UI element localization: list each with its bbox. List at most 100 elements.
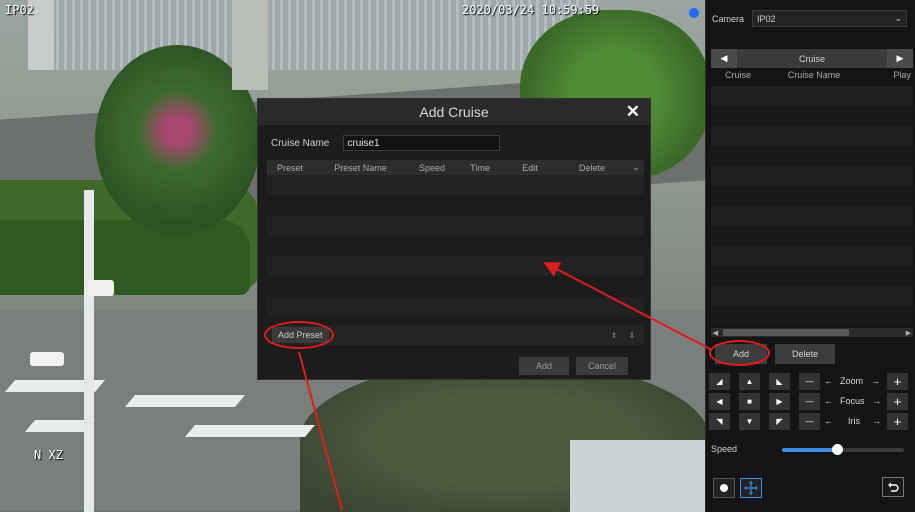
cruise-name-label: Cruise Name xyxy=(271,137,330,149)
column-header-edit: Edit xyxy=(522,162,538,173)
scroll-left-icon[interactable]: ◀ xyxy=(711,328,720,337)
scrollbar-thumb[interactable] xyxy=(723,329,849,336)
table-row[interactable] xyxy=(267,215,644,236)
move-up-icon[interactable]: ⬆ xyxy=(607,328,621,342)
list-item[interactable] xyxy=(711,226,913,246)
iris-label: Iris xyxy=(848,416,860,426)
scene-cctv-camera xyxy=(88,280,114,296)
highlight-add-button xyxy=(709,340,770,366)
cruise-nav: ◀ Cruise ▶ xyxy=(711,49,913,68)
column-header-play: Play xyxy=(893,70,911,80)
record-icon[interactable] xyxy=(713,478,735,498)
scene-cctv-camera xyxy=(30,352,64,366)
pan-down-icon[interactable]: ▼ xyxy=(739,413,760,430)
cruise-list xyxy=(711,86,913,326)
list-item[interactable] xyxy=(711,206,913,226)
dialog-cancel-button[interactable]: Cancel xyxy=(576,357,628,375)
timestamp: 2020/03/24 10:59:59 xyxy=(462,3,600,17)
zoom-label: Zoom xyxy=(840,376,864,386)
pan-up-icon[interactable]: ▲ xyxy=(739,373,760,390)
focus-arrow-left-icon: ← xyxy=(824,396,833,406)
scene-camera-pole xyxy=(84,190,94,512)
focus-far-icon[interactable]: + xyxy=(887,393,908,410)
table-row[interactable] xyxy=(267,276,644,297)
table-row[interactable] xyxy=(267,175,644,196)
list-item[interactable] xyxy=(711,186,913,206)
camera-select[interactable]: IP02 ⌄ xyxy=(752,10,908,27)
column-header-cruise-name: Cruise Name xyxy=(787,70,841,80)
dialog-header: Add Cruise ✕ xyxy=(258,99,650,125)
list-item[interactable] xyxy=(711,246,913,266)
scene-pillar xyxy=(232,0,268,90)
pan-left-icon[interactable]: ◀ xyxy=(709,393,730,410)
close-icon[interactable]: ✕ xyxy=(626,102,640,122)
zoom-arrow-left-icon: ← xyxy=(824,376,833,386)
delete-cruise-button[interactable]: Delete xyxy=(775,344,835,364)
iris-open-icon[interactable]: + xyxy=(887,413,908,430)
speed-label: Speed xyxy=(711,444,738,454)
scene-hedge xyxy=(0,220,250,295)
table-row[interactable] xyxy=(267,296,644,318)
camera-label: Camera xyxy=(712,13,745,24)
chevron-down-icon: ⌄ xyxy=(894,13,903,23)
back-icon[interactable] xyxy=(882,477,904,497)
speed-slider-knob[interactable] xyxy=(831,444,843,455)
list-item[interactable] xyxy=(711,286,913,306)
list-item[interactable] xyxy=(711,266,913,286)
move-down-icon[interactable]: ⬇ xyxy=(625,328,639,342)
cruise-table-header: Cruise Cruise Name Play xyxy=(711,70,913,86)
focus-near-icon[interactable]: — xyxy=(799,393,820,410)
list-item[interactable] xyxy=(711,106,913,126)
list-item[interactable] xyxy=(711,146,913,166)
stop-icon[interactable]: ■ xyxy=(739,393,760,410)
table-row[interactable] xyxy=(267,235,644,257)
speed-slider[interactable] xyxy=(782,444,904,455)
scroll-right-icon[interactable]: ▶ xyxy=(904,328,913,337)
channel-label: IP02 xyxy=(5,3,34,17)
zoom-arrow-right-icon: → xyxy=(871,376,880,386)
table-row[interactable] xyxy=(267,195,644,216)
next-arrow-icon[interactable]: ▶ xyxy=(886,49,913,68)
column-header-time: Time xyxy=(470,162,490,173)
camera-select-value: IP02 xyxy=(757,13,776,24)
list-item[interactable] xyxy=(711,166,913,186)
zoom-out-icon[interactable]: — xyxy=(799,373,820,390)
focus-label: Focus xyxy=(840,396,865,406)
column-header-cruise: Cruise xyxy=(724,70,751,80)
pan-right-icon[interactable]: ▶ xyxy=(769,393,790,410)
speed-slider-fill xyxy=(782,448,837,452)
pan-up-right-icon[interactable]: ◣ xyxy=(769,373,790,390)
prev-arrow-icon[interactable]: ◀ xyxy=(711,49,737,68)
column-header-preset-name: Preset Name xyxy=(334,162,387,173)
preset-table-header: Preset Preset Name Speed Time Edit Delet… xyxy=(267,160,644,175)
cruise-nav-title: Cruise xyxy=(798,53,825,64)
corner-label: N XZ xyxy=(34,448,63,462)
horizontal-scrollbar[interactable]: ◀ ▶ xyxy=(711,328,913,337)
status-dot-icon xyxy=(689,8,699,18)
table-row[interactable] xyxy=(267,256,644,277)
list-item[interactable] xyxy=(711,306,913,326)
pan-down-left-icon[interactable]: ◥ xyxy=(709,413,730,430)
focus-arrow-right-icon: → xyxy=(872,396,881,406)
screen: IP02 2020/03/24 10:59:59 N XZ Camera IP0… xyxy=(0,0,915,512)
dialog-title: Add Cruise xyxy=(419,104,489,120)
ptz-panel: Camera IP02 ⌄ ◀ Cruise ▶ Cruise Cruise N… xyxy=(705,0,915,512)
scene-crosswalk-stripe xyxy=(124,395,246,407)
scene-crosswalk-stripe xyxy=(184,425,316,437)
pan-up-left-icon[interactable]: ◢ xyxy=(709,373,730,390)
iris-close-icon[interactable]: — xyxy=(799,413,820,430)
column-header-delete: Delete xyxy=(578,162,605,173)
highlight-add-preset xyxy=(264,321,334,349)
iris-arrow-right-icon: → xyxy=(872,416,881,426)
dialog-add-button[interactable]: Add xyxy=(519,357,569,375)
pan-down-right-icon[interactable]: ◤ xyxy=(769,413,790,430)
zoom-in-icon[interactable]: + xyxy=(887,373,908,390)
list-item[interactable] xyxy=(711,86,913,106)
column-header-preset: Preset xyxy=(276,162,303,173)
chevron-down-icon[interactable]: ⌄ xyxy=(628,162,644,173)
ptz-move-icon[interactable] xyxy=(740,478,762,498)
cruise-name-input[interactable]: cruise1 xyxy=(343,135,501,151)
column-header-speed: Speed xyxy=(418,162,446,173)
camera-row: Camera IP02 ⌄ xyxy=(712,10,908,27)
list-item[interactable] xyxy=(711,126,913,146)
